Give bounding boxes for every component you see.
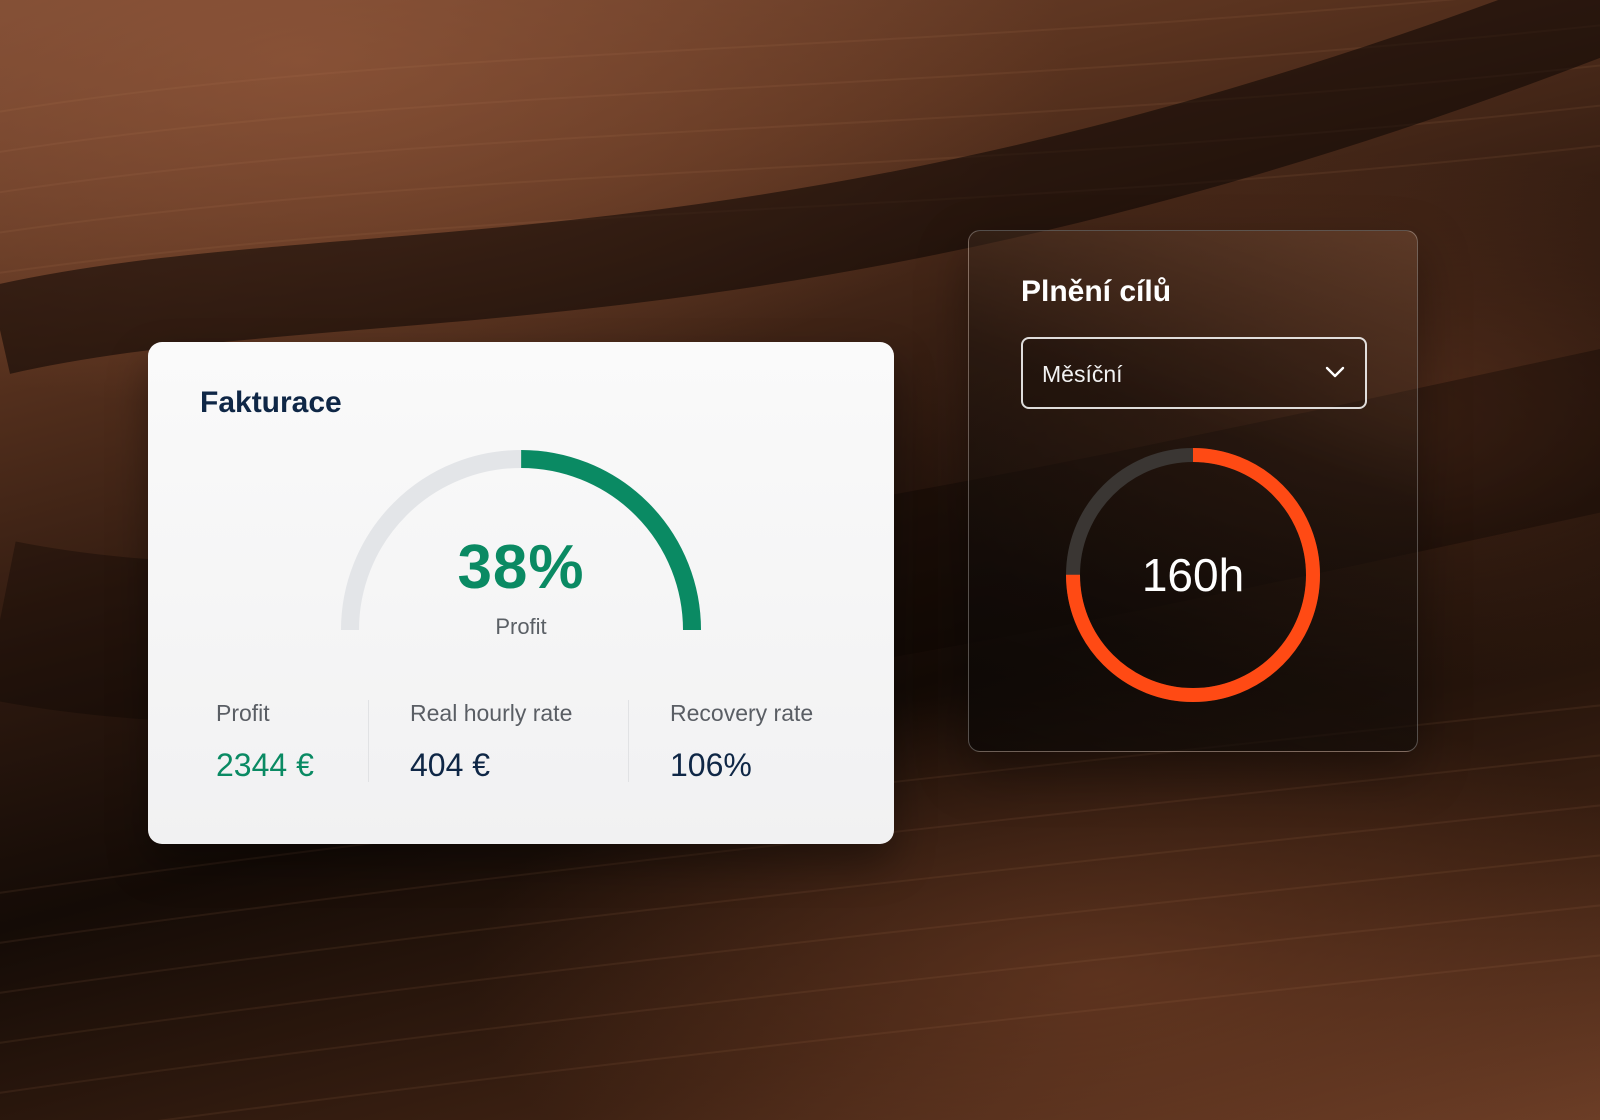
billing-card-title: Fakturace — [200, 386, 342, 419]
period-select-value: Měsíční — [1042, 361, 1123, 387]
stat-profit-label: Profit — [216, 700, 270, 726]
stat-hourly-rate-label: Real hourly rate — [410, 700, 573, 726]
stat-recovery-rate: Recovery rate 106% — [670, 700, 813, 790]
profit-percentage: 38% — [457, 533, 585, 602]
stat-divider — [368, 700, 369, 782]
goals-card-title: Plnění cílů — [1021, 275, 1172, 308]
stat-recovery-rate-label: Recovery rate — [670, 700, 814, 726]
stat-divider — [628, 700, 629, 782]
billing-stats: Profit 2344 € Real hourly rate 404 € Rec… — [148, 700, 894, 790]
goal-hours-value: 160h — [1141, 549, 1245, 601]
chevron-down-icon — [1325, 366, 1345, 378]
stat-hourly-rate-value: 404 € — [410, 747, 491, 783]
goals-card: Plnění cílů Měsíční 160h — [968, 230, 1418, 752]
billing-card: Fakturace 38% Profit Profit 2344 € Real … — [148, 342, 894, 844]
stat-hourly-rate: Real hourly rate 404 € — [410, 700, 572, 790]
stat-recovery-rate-value: 106% — [670, 747, 752, 783]
stat-profit: Profit 2344 € — [216, 700, 314, 790]
period-select[interactable]: Měsíční — [1021, 337, 1367, 409]
stat-profit-value: 2344 € — [216, 747, 314, 783]
profit-gauge-caption: Profit — [495, 614, 547, 639]
